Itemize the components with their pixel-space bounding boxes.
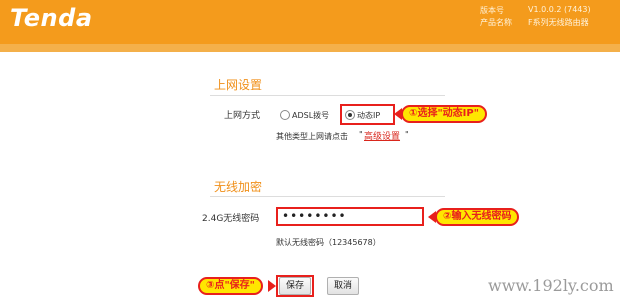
password-label: 2.4G无线密码 xyxy=(202,214,260,224)
version-label: 版本号 xyxy=(480,6,504,15)
callout-step2: ②输入无线密码 xyxy=(435,208,520,226)
site-watermark: www.192ly.com xyxy=(488,276,614,295)
internet-section-title: 上网设置 xyxy=(214,78,263,92)
quote-close: " xyxy=(405,130,409,139)
header-stripe xyxy=(0,44,620,52)
callout-step3: ③点"保存" xyxy=(198,277,263,295)
product-label: 产品名称 xyxy=(480,18,512,27)
advanced-settings-link[interactable]: 高级设置 xyxy=(364,129,400,142)
dynamic-ip-radio[interactable] xyxy=(345,110,355,120)
wireless-section-title: 无线加密 xyxy=(214,180,263,194)
default-password-hint: 默认无线密码（12345678） xyxy=(276,238,381,247)
dynamic-ip-radio-label[interactable]: 动态IP xyxy=(357,110,380,121)
product-value: F系列无线路由器 xyxy=(528,18,589,27)
save-button[interactable]: 保存 xyxy=(279,277,311,295)
header-bar: Tenda 版本号 V1.0.0.2 (7443) 产品名称 F系列无线路由器 xyxy=(0,0,620,52)
quote-open: " xyxy=(359,130,363,139)
version-value: V1.0.0.2 (7443) xyxy=(528,5,591,14)
internet-mode-label: 上网方式 xyxy=(224,111,261,121)
wireless-password-input[interactable]: •••••••• xyxy=(276,207,424,226)
adsl-radio-label[interactable]: ADSL拨号 xyxy=(292,110,329,121)
tenda-logo: Tenda xyxy=(10,4,93,32)
callout3-arrow xyxy=(268,280,276,292)
adsl-radio[interactable] xyxy=(280,110,290,120)
cancel-button[interactable]: 取消 xyxy=(327,277,359,295)
wireless-divider xyxy=(210,196,445,197)
internet-divider xyxy=(210,95,445,96)
other-type-text: 其他类型上网请点击 xyxy=(276,132,348,141)
callout-step1: ①选择"动态IP" xyxy=(401,105,487,123)
